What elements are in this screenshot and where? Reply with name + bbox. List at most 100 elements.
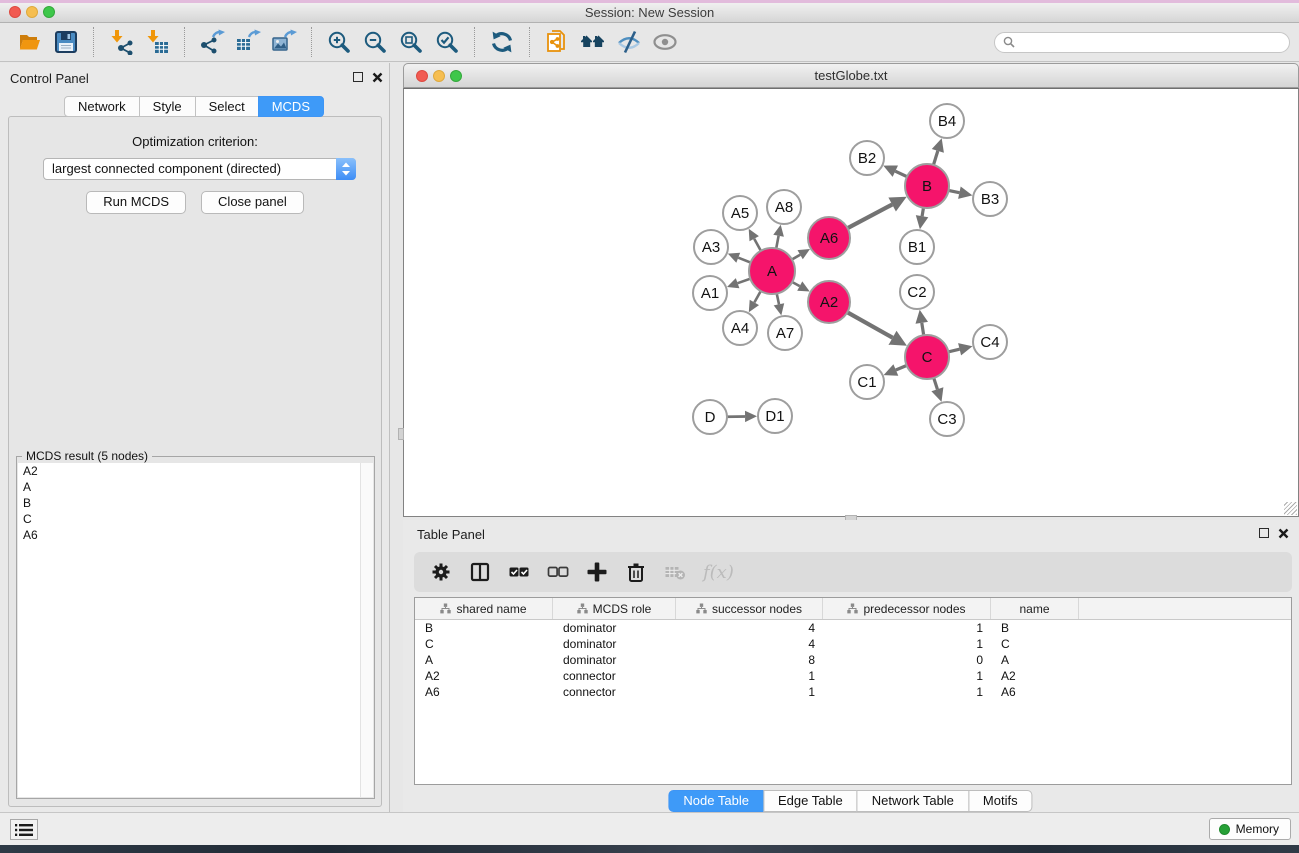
- table-cell[interactable]: connector: [553, 668, 676, 684]
- mcds-result-item[interactable]: A: [18, 479, 373, 495]
- network-window-titlebar[interactable]: testGlobe.txt: [403, 63, 1299, 88]
- tab-node-table[interactable]: Node Table: [668, 790, 764, 812]
- graph-node-A8[interactable]: A8: [767, 190, 801, 224]
- graph-node-B3[interactable]: B3: [973, 182, 1007, 216]
- table-cell[interactable]: C: [415, 636, 553, 652]
- add-column-button[interactable]: [586, 561, 608, 583]
- deselect-all-button[interactable]: [547, 561, 569, 583]
- tab-mcds[interactable]: MCDS: [258, 96, 324, 117]
- table-cell[interactable]: 1: [823, 636, 991, 652]
- show-columns-button[interactable]: [469, 561, 491, 583]
- graph-node-A7[interactable]: A7: [768, 316, 802, 350]
- graph-node-D1[interactable]: D1: [758, 399, 792, 433]
- save-session-button[interactable]: [48, 26, 84, 58]
- import-network-button[interactable]: [103, 26, 139, 58]
- minimize-window-button[interactable]: [26, 6, 38, 18]
- graph-node-A5[interactable]: A5: [723, 196, 757, 230]
- graph-node-A6[interactable]: A6: [808, 217, 850, 259]
- table-row[interactable]: Cdominator41C: [415, 636, 1291, 652]
- column-header-predecessor-nodes[interactable]: predecessor nodes: [823, 598, 991, 619]
- network-zoom-button[interactable]: [450, 70, 462, 82]
- table-cell[interactable]: B: [991, 620, 1079, 636]
- network-minimize-button[interactable]: [433, 70, 445, 82]
- mcds-result-item[interactable]: C: [18, 511, 373, 527]
- table-cell[interactable]: A: [415, 652, 553, 668]
- graph-node-C3[interactable]: C3: [930, 402, 964, 436]
- close-table-panel-icon[interactable]: [1278, 528, 1289, 539]
- graph-node-C[interactable]: C: [905, 335, 949, 379]
- column-settings-button[interactable]: [430, 561, 452, 583]
- export-image-button[interactable]: [266, 26, 302, 58]
- dropdown-stepper-icon[interactable]: [336, 158, 356, 180]
- zoom-fit-button[interactable]: [393, 26, 429, 58]
- delete-table-button[interactable]: [664, 561, 686, 583]
- close-panel-button[interactable]: Close panel: [201, 191, 304, 214]
- table-cell[interactable]: 1: [823, 684, 991, 700]
- graph-node-C1[interactable]: C1: [850, 365, 884, 399]
- graph-node-A[interactable]: A: [749, 248, 795, 294]
- table-row[interactable]: A2connector11A2: [415, 668, 1291, 684]
- vertical-splitter-handle[interactable]: [398, 428, 404, 440]
- graph-node-B4[interactable]: B4: [930, 104, 964, 138]
- function-builder-button[interactable]: f(x): [703, 562, 734, 583]
- zoom-in-button[interactable]: [321, 26, 357, 58]
- table-cell[interactable]: 1: [823, 668, 991, 684]
- column-header-MCDS-role[interactable]: MCDS role: [553, 598, 676, 619]
- table-cell[interactable]: A2: [991, 668, 1079, 684]
- open-session-button[interactable]: [12, 26, 48, 58]
- node-table[interactable]: shared nameMCDS rolesuccessor nodesprede…: [414, 597, 1292, 785]
- table-cell[interactable]: A2: [415, 668, 553, 684]
- close-window-button[interactable]: [9, 6, 21, 18]
- criterion-dropdown[interactable]: largest connected component (directed): [43, 158, 356, 180]
- tab-select[interactable]: Select: [195, 96, 259, 117]
- graph-node-B1[interactable]: B1: [900, 230, 934, 264]
- tab-edge-table[interactable]: Edge Table: [763, 790, 858, 812]
- graph-node-D[interactable]: D: [693, 400, 727, 434]
- table-row[interactable]: A6connector11A6: [415, 684, 1291, 700]
- table-row[interactable]: Adominator80A: [415, 652, 1291, 668]
- graph-node-C4[interactable]: C4: [973, 325, 1007, 359]
- refresh-layout-button[interactable]: [484, 26, 520, 58]
- mcds-result-item[interactable]: B: [18, 495, 373, 511]
- tab-network-table[interactable]: Network Table: [857, 790, 969, 812]
- table-cell[interactable]: B: [415, 620, 553, 636]
- tab-style[interactable]: Style: [139, 96, 196, 117]
- table-cell[interactable]: dominator: [553, 636, 676, 652]
- close-panel-icon[interactable]: [372, 72, 383, 83]
- export-table-button[interactable]: [230, 26, 266, 58]
- graph-node-A1[interactable]: A1: [693, 276, 727, 310]
- export-network-button[interactable]: [194, 26, 230, 58]
- column-header-shared-name[interactable]: shared name: [415, 598, 553, 619]
- table-cell[interactable]: A6: [991, 684, 1079, 700]
- table-cell[interactable]: A: [991, 652, 1079, 668]
- float-table-panel-icon[interactable]: [1259, 528, 1269, 538]
- column-header-successor-nodes[interactable]: successor nodes: [676, 598, 823, 619]
- network-canvas[interactable]: AA1A2A3A4A5A6A7A8BB1B2B3B4CC1C2C3C4DD1: [403, 88, 1299, 517]
- table-cell[interactable]: 4: [676, 620, 823, 636]
- tab-motifs[interactable]: Motifs: [968, 790, 1033, 812]
- zoom-out-button[interactable]: [357, 26, 393, 58]
- graph-node-B2[interactable]: B2: [850, 141, 884, 175]
- select-all-button[interactable]: [508, 561, 530, 583]
- table-cell[interactable]: 1: [676, 684, 823, 700]
- graph-node-C2[interactable]: C2: [900, 275, 934, 309]
- table-cell[interactable]: C: [991, 636, 1079, 652]
- window-resize-grip[interactable]: [1284, 502, 1297, 515]
- column-header-name[interactable]: name: [991, 598, 1079, 619]
- zoom-selected-button[interactable]: [429, 26, 465, 58]
- search-field[interactable]: [994, 32, 1290, 53]
- tab-network[interactable]: Network: [64, 96, 140, 117]
- mcds-result-item[interactable]: A6: [18, 527, 373, 543]
- table-cell[interactable]: 8: [676, 652, 823, 668]
- import-table-button[interactable]: [139, 26, 175, 58]
- table-cell[interactable]: 1: [823, 620, 991, 636]
- table-cell[interactable]: A6: [415, 684, 553, 700]
- graph-node-B[interactable]: B: [905, 164, 949, 208]
- float-panel-icon[interactable]: [353, 72, 363, 82]
- network-close-button[interactable]: [416, 70, 428, 82]
- hide-graphics-button[interactable]: [611, 26, 647, 58]
- memory-button[interactable]: Memory: [1209, 818, 1291, 840]
- graph-node-A3[interactable]: A3: [694, 230, 728, 264]
- table-cell[interactable]: 1: [676, 668, 823, 684]
- graph-node-A2[interactable]: A2: [808, 281, 850, 323]
